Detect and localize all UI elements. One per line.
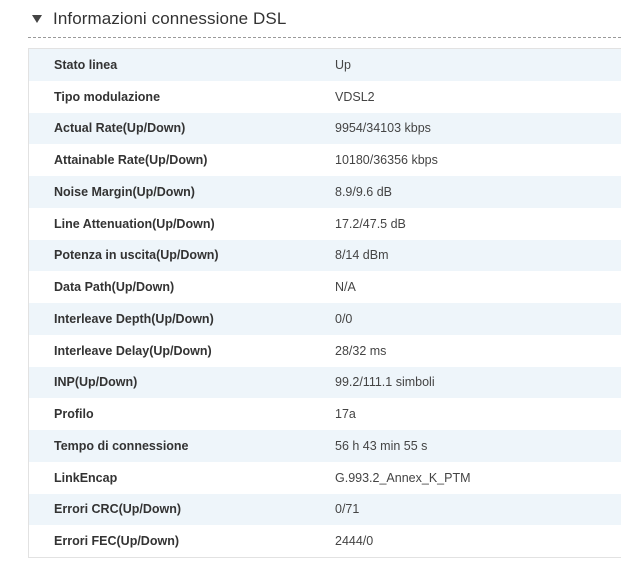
row-value: 8/14 dBm (335, 248, 389, 263)
triangle-down-icon (32, 15, 42, 23)
row-value: 17.2/47.5 dB (335, 216, 406, 231)
row-value: 28/32 ms (335, 343, 387, 358)
table-row: Stato linea Up (29, 49, 621, 81)
row-label: Interleave Delay(Up/Down) (54, 343, 212, 358)
table-row: Tempo di connessione 56 h 43 min 55 s (29, 430, 621, 462)
row-label: Data Path(Up/Down) (54, 280, 175, 295)
row-label: LinkEncap (54, 470, 118, 485)
row-value: G.993.2_Annex_K_PTM (335, 470, 471, 485)
row-label: Line Attenuation(Up/Down) (54, 216, 215, 231)
row-value: 9954/34103 kbps (335, 121, 431, 136)
table-row: INP(Up/Down) 99.2/111.1 simboli (29, 366, 621, 399)
row-label: INP(Up/Down) (54, 375, 138, 390)
table-row: Profilo 17a (29, 398, 621, 430)
row-value: Up (335, 57, 351, 72)
row-value: 0/0 (335, 311, 353, 326)
table-row: Line Attenuation(Up/Down) 17.2/47.5 dB (29, 207, 621, 240)
row-value: VDSL2 (335, 89, 375, 104)
table-row: Actual Rate(Up/Down) 9954/34103 kbps (29, 112, 621, 145)
row-label: Interleave Depth(Up/Down) (54, 311, 214, 326)
row-label: Noise Margin(Up/Down) (54, 184, 195, 199)
section-title: Informazioni connessione DSL (53, 8, 287, 28)
table-row: Errori CRC(Up/Down) 0/71 (29, 493, 621, 526)
row-label: Errori FEC(Up/Down) (54, 534, 179, 549)
row-value: 2444/0 (335, 534, 374, 549)
dsl-info-table: Stato linea Up Tipo modulazione VDSL2 Ac… (28, 48, 621, 558)
table-row: Interleave Delay(Up/Down) 28/32 ms (29, 334, 621, 367)
row-value: 17a (335, 407, 356, 422)
row-label: Errori CRC(Up/Down) (54, 502, 182, 517)
row-label: Attainable Rate(Up/Down) (54, 153, 208, 168)
row-value: N/A (335, 280, 356, 295)
row-value: 99.2/111.1 simboli (335, 375, 435, 390)
table-row: Tipo modulazione VDSL2 (29, 80, 621, 113)
row-label: Profilo (54, 407, 94, 422)
table-row: Data Path(Up/Down) N/A (29, 271, 621, 303)
table-row: Interleave Depth(Up/Down) 0/0 (29, 303, 621, 335)
table-row: LinkEncap G.993.2_Annex_K_PTM (29, 461, 621, 494)
row-label: Actual Rate(Up/Down) (54, 121, 186, 136)
row-value: 56 h 43 min 55 s (335, 438, 428, 453)
row-label: Potenza in uscita(Up/Down) (54, 248, 219, 263)
table-row: Noise Margin(Up/Down) 8.9/9.6 dB (29, 176, 621, 208)
row-value: 8.9/9.6 dB (335, 184, 392, 199)
row-label: Tempo di connessione (54, 438, 189, 453)
table-row: Potenza in uscita(Up/Down) 8/14 dBm (29, 239, 621, 272)
table-row: Attainable Rate(Up/Down) 10180/36356 kbp… (29, 144, 621, 176)
row-label: Stato linea (54, 57, 118, 72)
row-value: 0/71 (335, 502, 360, 517)
row-label: Tipo modulazione (54, 89, 161, 104)
section-header-dsl[interactable]: Informazioni connessione DSL (28, 0, 621, 38)
table-row: Errori FEC(Up/Down) 2444/0 (29, 525, 621, 557)
row-value: 10180/36356 kbps (335, 153, 438, 168)
